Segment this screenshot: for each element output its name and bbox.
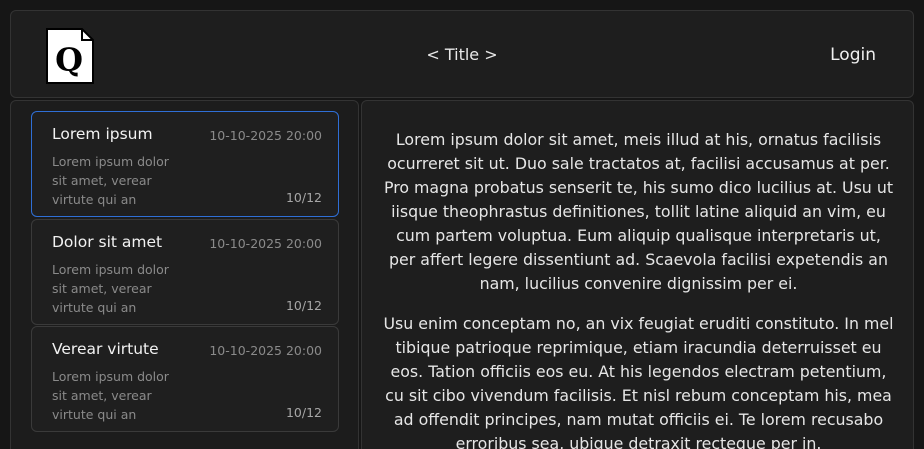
list-item-count: 10/12 bbox=[285, 405, 322, 420]
list-item-lorem-ipsum[interactable]: Lorem ipsum 10-10-2025 20:00 Lorem ipsum… bbox=[31, 111, 339, 217]
page-title: < Title > bbox=[426, 45, 498, 64]
list-item-verear-virtute[interactable]: Verear virtute 10-10-2025 20:00 Lorem ip… bbox=[31, 326, 339, 432]
sidebar-list: Lorem ipsum 10-10-2025 20:00 Lorem ipsum… bbox=[10, 100, 359, 449]
list-item-title: Verear virtute bbox=[52, 340, 159, 358]
content-panel: Lorem ipsum dolor sit amet, meis illud a… bbox=[361, 100, 914, 449]
list-item-date: 10-10-2025 20:00 bbox=[209, 128, 322, 143]
content-paragraph: Usu enim conceptam no, an vix feugiat er… bbox=[383, 314, 894, 449]
list-item-title: Dolor sit amet bbox=[52, 233, 163, 251]
list-item-count: 10/12 bbox=[285, 298, 322, 313]
app-root: Q < Title > Login Lorem ipsum 10-10-2025… bbox=[0, 0, 924, 449]
login-button[interactable]: Login bbox=[830, 11, 876, 99]
list-item-snippet: Lorem ipsum dolor sit amet, verear virtu… bbox=[52, 154, 169, 207]
header-bar: Q < Title > Login bbox=[10, 10, 914, 98]
list-item-dolor-sit-amet[interactable]: Dolor sit amet 10-10-2025 20:00 Lorem ip… bbox=[31, 219, 339, 325]
list-item-date: 10-10-2025 20:00 bbox=[209, 343, 322, 358]
list-item-count: 10/12 bbox=[285, 190, 322, 205]
list-item-snippet: Lorem ipsum dolor sit amet, verear virtu… bbox=[52, 369, 169, 422]
list-item-snippet: Lorem ipsum dolor sit amet, verear virtu… bbox=[52, 262, 169, 315]
content-paragraph: Lorem ipsum dolor sit amet, meis illud a… bbox=[383, 130, 894, 293]
list-item-title: Lorem ipsum bbox=[52, 125, 153, 143]
list-item-date: 10-10-2025 20:00 bbox=[209, 236, 322, 251]
